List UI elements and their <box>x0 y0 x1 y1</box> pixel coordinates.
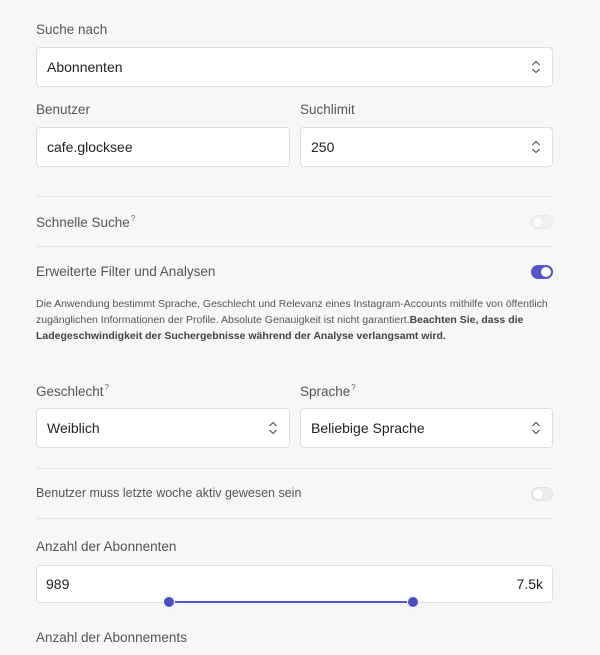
user-value: cafe.glocksee <box>47 139 133 155</box>
following-count-label: Anzahl der Abonnements <box>36 630 187 645</box>
active-last-week-label: Benutzer muss letzte woche aktiv gewesen… <box>36 486 302 500</box>
toggle-knob <box>533 217 543 227</box>
chevron-up-down-icon <box>532 140 540 154</box>
gender-label: Geschlecht? <box>36 383 109 399</box>
chevron-up-down-icon <box>532 60 540 74</box>
limit-label: Suchlimit <box>300 102 355 117</box>
gender-value: Weiblich <box>47 420 100 436</box>
advanced-filters-description: Die Anwendung bestimmt Sprache, Geschlec… <box>36 298 548 342</box>
user-label: Benutzer <box>36 102 91 117</box>
language-label: Sprache? <box>300 383 356 399</box>
gender-select[interactable]: Weiblich <box>36 408 290 448</box>
search-by-value: Abonnenten <box>47 59 123 75</box>
range-max-handle[interactable] <box>407 596 419 608</box>
help-hint: ? <box>104 383 109 392</box>
search-by-select[interactable]: Abonnenten <box>36 47 553 87</box>
help-hint: ? <box>130 214 136 223</box>
language-value: Beliebige Sprache <box>311 420 425 436</box>
followers-range[interactable]: 989 7.5k <box>36 565 553 603</box>
divider <box>36 196 553 197</box>
range-track <box>169 601 413 603</box>
toggle-knob <box>533 489 543 499</box>
quick-search-label: Schnelle Suche? <box>36 214 136 230</box>
limit-value: 250 <box>311 139 335 155</box>
language-select[interactable]: Beliebige Sprache <box>300 408 553 448</box>
quick-search-toggle[interactable] <box>531 215 553 229</box>
chevron-up-down-icon <box>269 421 277 435</box>
followers-count-label: Anzahl der Abonnenten <box>36 539 177 554</box>
divider <box>36 468 553 469</box>
user-input[interactable]: cafe.glocksee <box>36 127 290 167</box>
followers-min-value: 989 <box>46 576 70 592</box>
range-min-handle[interactable] <box>163 596 175 608</box>
toggle-knob <box>541 267 551 277</box>
advanced-filters-toggle[interactable] <box>531 265 553 279</box>
divider <box>36 246 553 247</box>
followers-max-value: 7.5k <box>516 576 543 592</box>
help-hint: ? <box>351 383 356 392</box>
search-by-label: Suche nach <box>36 22 108 37</box>
chevron-up-down-icon <box>532 421 540 435</box>
limit-stepper[interactable]: 250 <box>300 127 553 167</box>
advanced-filters-label: Erweiterte Filter und Analysen <box>36 264 216 279</box>
active-last-week-toggle[interactable] <box>531 487 553 501</box>
divider <box>36 518 553 519</box>
